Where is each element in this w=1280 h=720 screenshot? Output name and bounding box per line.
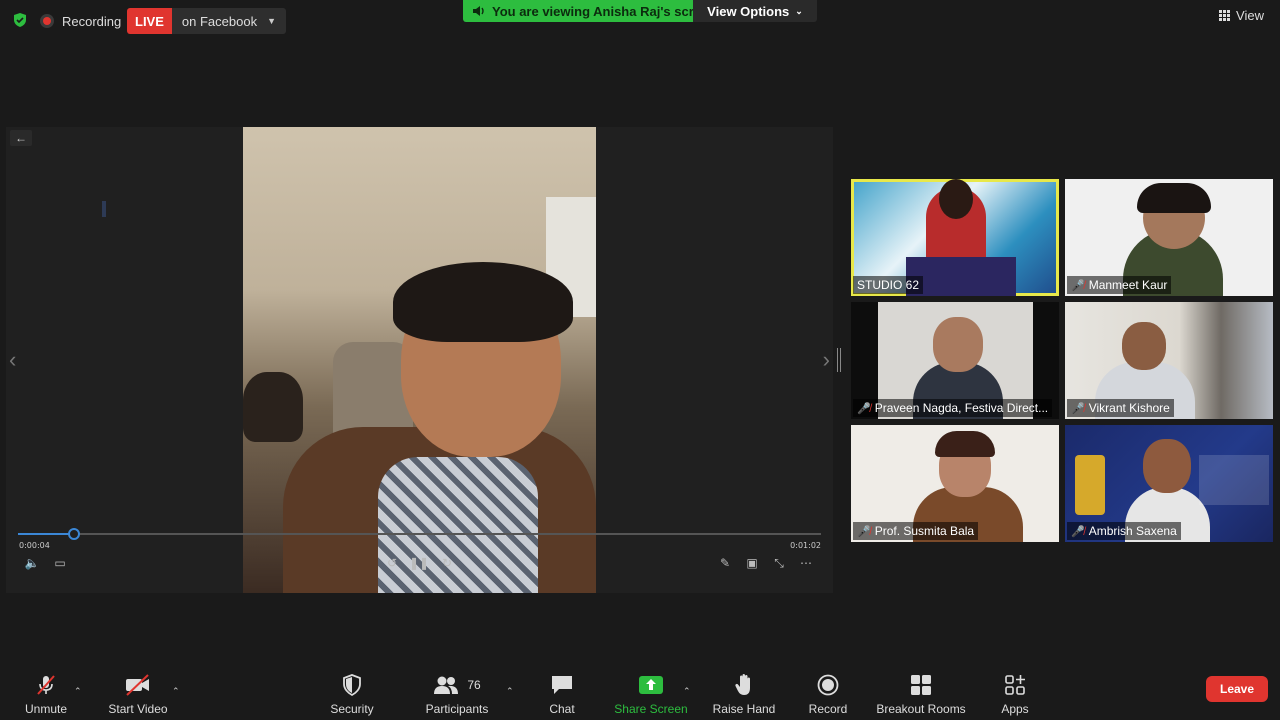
view-button[interactable]: View <box>1219 8 1264 23</box>
hand-icon <box>734 672 754 698</box>
meeting-toolbar: Unmute ⌃ Start Video ⌃ Security 76 Parti… <box>0 664 1280 720</box>
audio-options-caret-icon[interactable]: ⌃ <box>74 686 82 697</box>
view-options-button[interactable]: View Options ⌄ <box>693 0 817 22</box>
recording-label: Recording <box>62 13 122 29</box>
video-off-icon <box>124 672 152 698</box>
participant-name-label: Vikrant Kishore <box>1088 401 1170 415</box>
encryption-shield-icon[interactable] <box>12 12 28 28</box>
pause-icon[interactable]: ❚❚ <box>409 555 429 571</box>
view-options-label: View Options <box>707 3 790 19</box>
record-icon <box>817 672 839 698</box>
participants-label: Participants <box>425 702 489 716</box>
record-dot-icon <box>40 14 54 28</box>
background-person <box>243 372 303 442</box>
more-icon[interactable]: ⋯ <box>798 555 814 571</box>
muted-mic-icon: 🎤̸ <box>857 525 871 538</box>
chevron-down-icon: ⌄ <box>795 5 803 16</box>
participant-name-label: Manmeet Kaur <box>1088 278 1168 292</box>
caret-down-icon: ▼ <box>267 16 276 26</box>
breakout-rooms-button[interactable]: Breakout Rooms <box>862 664 980 720</box>
muted-mic-icon <box>34 672 58 698</box>
progress-knob[interactable] <box>68 528 81 540</box>
breakout-rooms-label: Breakout Rooms <box>876 702 966 716</box>
apps-icon <box>1004 672 1026 698</box>
apps-button[interactable]: Apps <box>965 664 1065 720</box>
time-current: 0:00:04 <box>19 541 50 550</box>
muted-mic-icon: 🎤̸ <box>1071 525 1085 538</box>
start-video-label: Start Video <box>108 702 168 716</box>
chat-label: Chat <box>549 702 575 716</box>
muted-mic-icon: 🎤̸ <box>1071 402 1085 415</box>
unmute-label: Unmute <box>24 702 68 716</box>
participant-name-label: Praveen Nagda, Festiva Direct... <box>874 401 1049 415</box>
time-total: 0:01:02 <box>790 541 821 550</box>
chat-button[interactable]: Chat <box>512 664 612 720</box>
participant-name: 🎤̸ Praveen Nagda, Festiva Direct... <box>853 399 1053 417</box>
participant-tile[interactable]: STUDIO 62 <box>851 179 1059 296</box>
participants-icon: 76 <box>433 672 481 698</box>
rewind-icon[interactable]: ↺ <box>384 555 400 571</box>
muted-mic-icon: 🎤̸ <box>857 402 871 415</box>
security-button[interactable]: Security <box>302 664 402 720</box>
participant-tile[interactable]: 🎤̸ Praveen Nagda, Festiva Direct... <box>851 302 1059 419</box>
leave-button[interactable]: Leave <box>1206 676 1268 702</box>
progress-fill <box>18 533 75 535</box>
participant-name-label: STUDIO 62 <box>857 278 920 292</box>
apps-label: Apps <box>1001 702 1029 716</box>
participant-tile[interactable]: 🎤̸ Manmeet Kaur <box>1065 179 1273 296</box>
shared-video <box>243 127 596 593</box>
back-arrow-icon[interactable]: ← <box>10 130 32 146</box>
decorative-bar <box>102 201 106 217</box>
shield-icon <box>342 672 362 698</box>
participant-name: 🎤̸ Manmeet Kaur <box>1067 276 1172 294</box>
speaker-icon <box>473 6 484 16</box>
chat-icon <box>550 672 574 698</box>
participant-name: STUDIO 62 <box>853 276 924 294</box>
live-badge: LIVE <box>127 8 172 34</box>
view-label: View <box>1236 8 1264 23</box>
live-target: on Facebook ▼ <box>171 8 286 34</box>
video-progress-bar[interactable] <box>18 528 821 540</box>
recording-indicator[interactable]: Recording <box>40 10 121 32</box>
hair <box>393 262 573 342</box>
next-arrow-icon[interactable]: › <box>823 347 830 373</box>
participant-name: 🎤̸ Ambrish Saxena <box>1067 522 1181 540</box>
collapse-icon[interactable]: ⤡ <box>771 555 787 571</box>
unmute-button[interactable]: Unmute <box>0 664 96 720</box>
participant-name: 🎤̸ Vikrant Kishore <box>1067 399 1174 417</box>
captions-icon[interactable]: ▭ <box>52 555 68 571</box>
share-screen-icon <box>638 672 664 698</box>
scarf <box>378 457 538 593</box>
participant-tile[interactable]: 🎤̸ Vikrant Kishore <box>1065 302 1273 419</box>
video-options-caret-icon[interactable]: ⌃ <box>172 686 180 697</box>
share-options-caret-icon[interactable]: ⌃ <box>683 686 691 697</box>
participants-count: 76 <box>467 678 481 692</box>
live-target-label: on Facebook <box>181 13 258 29</box>
raise-hand-label: Raise Hand <box>712 702 776 716</box>
viewing-banner: You are viewing Anisha Raj's screen <box>463 0 726 22</box>
muted-mic-icon: 🎤̸ <box>1071 279 1085 292</box>
security-label: Security <box>330 702 374 716</box>
live-stream-button[interactable]: LIVE on Facebook ▼ <box>127 8 286 34</box>
prev-arrow-icon[interactable]: ‹ <box>9 347 16 373</box>
participant-tile[interactable]: 🎤̸ Ambrish Saxena <box>1065 425 1273 542</box>
participant-name-label: Prof. Susmita Bala <box>874 524 975 538</box>
pip-icon[interactable]: ▣ <box>744 555 760 571</box>
pencil-icon[interactable]: ✎ <box>717 555 733 571</box>
participants-button[interactable]: 76 Participants <box>407 664 507 720</box>
viewing-text: You are viewing Anisha Raj's screen <box>492 3 717 19</box>
record-label: Record <box>808 702 848 716</box>
resize-handle[interactable] <box>837 348 841 372</box>
volume-icon[interactable]: 🔈 <box>24 555 40 571</box>
participant-name: 🎤̸ Prof. Susmita Bala <box>853 522 979 540</box>
share-screen-label: Share Screen <box>614 702 688 716</box>
breakout-rooms-icon <box>910 672 932 698</box>
participant-name-label: Ambrish Saxena <box>1088 524 1177 538</box>
shared-screen[interactable]: ← ‹ › 0:00:04 0:01:02 🔈 ▭ ↺ ❚❚ ↻ ✎ ▣ ⤡ ⋯ <box>6 127 833 593</box>
grid-icon <box>1219 10 1231 21</box>
participant-tile[interactable]: 🎤̸ Prof. Susmita Bala <box>851 425 1059 542</box>
forward-icon[interactable]: ↻ <box>439 555 455 571</box>
